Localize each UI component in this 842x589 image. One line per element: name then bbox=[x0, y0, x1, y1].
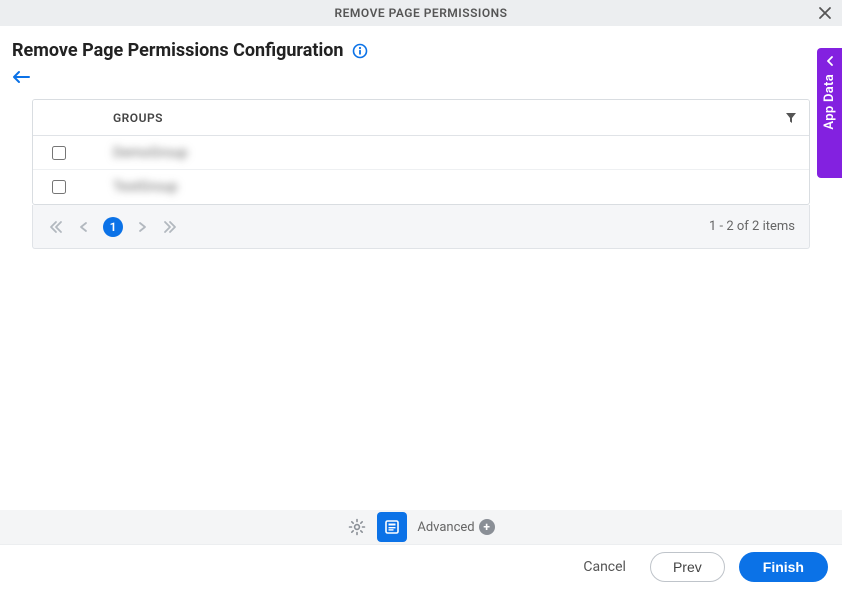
advanced-button[interactable]: Advanced + bbox=[417, 519, 494, 535]
chevron-right-icon bbox=[136, 221, 148, 233]
cancel-button[interactable]: Cancel bbox=[573, 553, 636, 581]
form-icon bbox=[383, 518, 401, 536]
pager-summary: 1 - 2 of 2 items bbox=[709, 219, 795, 234]
app-data-label: App Data bbox=[822, 74, 837, 130]
pager-first-button[interactable] bbox=[47, 218, 65, 236]
pager-current-page[interactable]: 1 bbox=[103, 217, 123, 237]
chevron-left-icon bbox=[78, 221, 90, 233]
close-icon bbox=[818, 6, 832, 20]
footer-bar: Cancel Prev Finish bbox=[0, 544, 842, 589]
pager-next-button[interactable] bbox=[133, 218, 151, 236]
page-title-row: Remove Page Permissions Configuration bbox=[0, 26, 842, 67]
finish-button[interactable]: Finish bbox=[739, 552, 828, 582]
settings-button[interactable] bbox=[347, 517, 367, 537]
column-header-groups[interactable]: GROUPS bbox=[85, 111, 773, 125]
plus-circle-icon: + bbox=[479, 519, 495, 535]
advanced-label: Advanced bbox=[417, 520, 474, 535]
table-row[interactable]: DemoGroup bbox=[33, 136, 809, 170]
pagination-bar: 1 1 - 2 of 2 items bbox=[32, 205, 810, 249]
modal-title: REMOVE PAGE PERMISSIONS bbox=[335, 6, 508, 20]
row-group-name: DemoGroup bbox=[85, 145, 809, 161]
pager-prev-button[interactable] bbox=[75, 218, 93, 236]
modal-header: REMOVE PAGE PERMISSIONS bbox=[0, 0, 842, 26]
bottom-toolbar: Advanced + bbox=[0, 510, 842, 544]
back-button[interactable] bbox=[12, 69, 30, 85]
info-icon bbox=[352, 43, 368, 59]
table-header-row: GROUPS bbox=[33, 100, 809, 136]
row-checkbox-cell bbox=[33, 180, 85, 194]
close-button[interactable] bbox=[816, 4, 834, 22]
pager-controls: 1 bbox=[47, 217, 179, 237]
row-group-name: TestGroup bbox=[85, 179, 809, 195]
pager-last-button[interactable] bbox=[161, 218, 179, 236]
prev-button[interactable]: Prev bbox=[650, 552, 725, 582]
row-group-name-text: DemoGroup bbox=[113, 145, 188, 161]
table-row[interactable]: TestGroup bbox=[33, 170, 809, 204]
row-checkbox-cell bbox=[33, 146, 85, 160]
chevron-double-left-icon bbox=[49, 220, 63, 234]
page-title: Remove Page Permissions Configuration bbox=[12, 40, 343, 61]
row-checkbox[interactable] bbox=[52, 146, 66, 160]
app-data-tab[interactable]: App Data bbox=[817, 48, 842, 178]
info-button[interactable] bbox=[351, 42, 369, 60]
filter-button[interactable] bbox=[773, 112, 809, 124]
chevron-left-icon bbox=[825, 56, 835, 66]
back-row bbox=[0, 67, 842, 95]
chevron-double-right-icon bbox=[163, 220, 177, 234]
filter-icon bbox=[785, 112, 797, 124]
arrow-left-icon bbox=[12, 70, 30, 84]
form-view-button[interactable] bbox=[377, 512, 407, 542]
row-group-name-text: TestGroup bbox=[113, 179, 178, 195]
gear-icon bbox=[348, 518, 366, 536]
groups-table: GROUPS DemoGroup TestGroup bbox=[32, 99, 810, 205]
row-checkbox[interactable] bbox=[52, 180, 66, 194]
